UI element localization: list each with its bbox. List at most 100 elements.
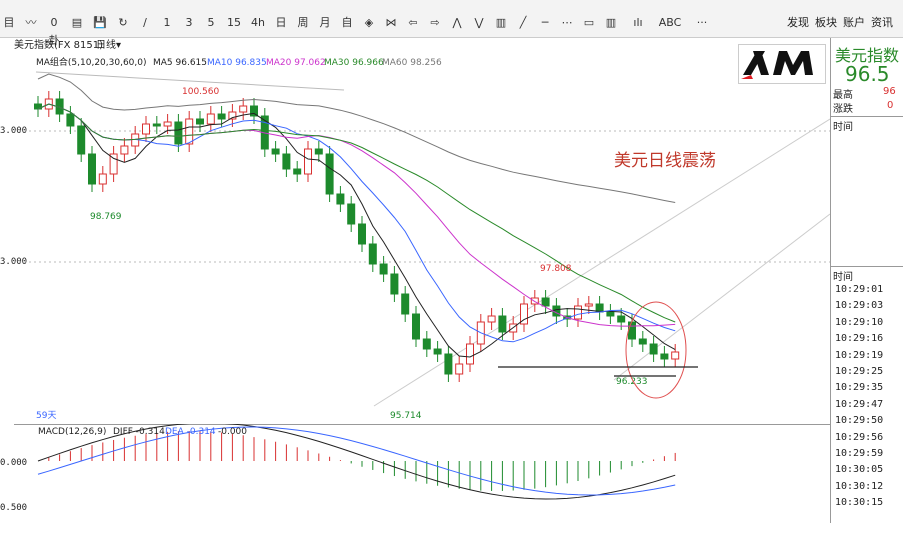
macd-label: MACD(12,26,9) <box>38 427 106 437</box>
high-1-label: 100.560 <box>182 87 219 97</box>
candle-body <box>617 315 626 323</box>
candle-body <box>217 113 226 120</box>
toolbar-button[interactable]: ⋁ <box>472 14 486 32</box>
toolbar-menu-0[interactable]: 发现 <box>787 14 809 30</box>
toolbar-button[interactable]: 15 <box>226 14 242 32</box>
toolbar-button[interactable]: 3 <box>182 14 196 32</box>
annotation-text: 美元日线震荡 <box>614 151 716 171</box>
toolbar-menu-2[interactable]: 账户 <box>843 14 865 30</box>
xm-logo <box>738 44 826 84</box>
candle-body <box>574 305 582 320</box>
toolbar-menu-1[interactable]: 板块 <box>815 14 837 30</box>
candle-body <box>390 273 399 295</box>
candle-body <box>271 148 280 155</box>
toolbar-button[interactable]: 0卦 <box>46 14 62 47</box>
candle-body <box>412 313 420 340</box>
low-2-label: 95.714 <box>390 411 422 421</box>
days-label: 59天 <box>36 411 56 421</box>
trend-line <box>373 118 830 407</box>
candle-body <box>671 351 680 360</box>
toolbar-button[interactable]: ABC <box>658 14 682 32</box>
candle-body <box>239 105 248 113</box>
toolbar-button[interactable]: 〰 <box>24 14 38 32</box>
toolbar-button[interactable]: 4h <box>250 14 266 32</box>
macd-panel[interactable]: MACD(12,26,9) DIFF -0.314 DEA -0.314 -0.… <box>14 424 830 520</box>
time-row: 10:29:01 <box>835 284 884 295</box>
candle-body <box>314 148 323 155</box>
candle-body <box>120 145 129 155</box>
candle-body <box>433 348 442 355</box>
ma20-label: MA20 97.062 <box>266 58 326 68</box>
toolbar-button[interactable]: ▥ <box>604 14 618 32</box>
toolbar-button[interactable]: 5 <box>204 14 218 32</box>
symbol-label[interactable]: 美元指数(FX 8151) <box>14 38 103 54</box>
toolbar-button[interactable]: ⇨ <box>428 14 442 32</box>
candle-body <box>196 118 204 125</box>
macd-bars <box>48 431 676 491</box>
toolbar-button[interactable]: 自 <box>340 14 354 32</box>
trend-line <box>613 213 830 381</box>
toolbar-menu-3[interactable]: 资讯 <box>871 14 893 30</box>
candle-body <box>455 363 464 375</box>
candle-body <box>638 338 647 345</box>
high-label: 最高 <box>833 90 853 101</box>
toolbar-button[interactable]: ⇦ <box>406 14 420 32</box>
toolbar-button[interactable]: ▤ <box>70 14 84 32</box>
time-header-1: 时间 <box>833 122 853 133</box>
toolbar-button[interactable]: 💾 <box>92 14 108 32</box>
candle-body <box>185 118 194 145</box>
toolbar-button[interactable]: ▭ <box>582 14 596 32</box>
toolbar-button[interactable]: 1 <box>160 14 174 32</box>
candle-body <box>606 311 615 317</box>
candle-body <box>358 223 366 245</box>
time-row: 10:29:16 <box>835 333 884 345</box>
candle-body <box>304 148 312 175</box>
candle-body <box>282 153 291 170</box>
candle-body <box>98 173 107 185</box>
ma60-label: MA60 98.256 <box>382 58 442 68</box>
candles <box>34 91 680 382</box>
macd-dea-line <box>37 426 676 496</box>
candle-body <box>152 123 161 127</box>
time-row: 10:29:56 <box>835 431 884 443</box>
candle-body <box>541 297 550 307</box>
macd-diff: DIFF -0.314 <box>113 427 165 437</box>
candle-body <box>293 168 302 175</box>
time-row: 10:29:35 <box>835 382 884 394</box>
toolbar: 目〰 0卦 ▤ 💾 ↻ ∕ 1 3 5 15 4h 日周月自 ◈ ⋈ ⇦ ⇨ ⋀ ⋁ ▥ ╱ ─ ⋯ ▭ ▥ ılı ABC ···… <box>0 0 903 47</box>
time-row: 10:30:12 <box>835 480 884 492</box>
change-value: 0 <box>887 100 894 111</box>
toolbar-button[interactable]: ılı <box>626 14 650 32</box>
toolbar-button[interactable]: ··· <box>690 14 714 32</box>
ma30-label: MA30 96.966 <box>324 58 384 68</box>
toolbar-button[interactable]: ∕ <box>138 14 152 32</box>
candle-body <box>660 353 669 360</box>
toolbar-button[interactable]: 日 <box>274 14 288 32</box>
toolbar-button[interactable]: 月 <box>318 14 332 32</box>
toolbar-button[interactable]: ◈ <box>362 14 376 32</box>
ma10-label: MA10 96.835 <box>207 58 267 68</box>
toolbar-button[interactable]: ⋯ <box>560 14 574 32</box>
candle-body <box>88 153 96 185</box>
candle-body <box>66 113 75 127</box>
toolbar-button[interactable]: ─ <box>538 14 552 32</box>
toolbar-button[interactable]: 目 <box>2 14 16 32</box>
candle-body <box>422 338 431 350</box>
macd-value: -0.000 <box>218 427 247 437</box>
toolbar-button[interactable]: ↻ <box>116 14 130 32</box>
toolbar-button[interactable]: ⋀ <box>450 14 464 32</box>
candle-body <box>368 243 377 265</box>
candle-body <box>444 353 453 375</box>
toolbar-button[interactable]: 周 <box>296 14 310 32</box>
toolbar-button[interactable]: ╱ <box>516 14 530 32</box>
toolbar-button[interactable]: ⋈ <box>384 14 398 32</box>
ma-combo-label: MA组合(5,10,20,30,60,0) <box>36 56 147 68</box>
period-dropdown[interactable]: 日线▾ <box>96 38 121 54</box>
candle-body <box>347 203 356 225</box>
time-row: 10:29:50 <box>835 415 884 427</box>
toolbar-button[interactable]: ▥ <box>494 14 508 32</box>
time-row: 10:30:05 <box>835 464 884 476</box>
high-2-label: 97.808 <box>540 264 572 274</box>
candle-body <box>401 293 410 315</box>
candlestick-chart[interactable]: MA组合(5,10,20,30,60,0) MA5 96.615 MA10 96… <box>14 54 830 424</box>
